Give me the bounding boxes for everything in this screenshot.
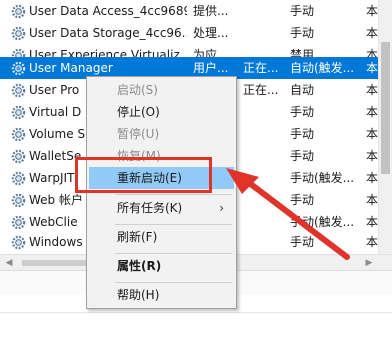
gear-icon bbox=[11, 235, 26, 250]
menu-item-all-tasks[interactable]: 所有任务(K) › bbox=[89, 197, 234, 219]
service-description: 用户... bbox=[193, 61, 229, 75]
scroll-right-arrow-icon[interactable]: ▶ bbox=[364, 258, 374, 268]
service-logon: 本 bbox=[366, 4, 378, 18]
highlight-box bbox=[75, 157, 212, 193]
divider bbox=[0, 312, 392, 313]
menu-item-properties[interactable]: 属性(R) bbox=[89, 255, 234, 277]
gear-icon bbox=[11, 105, 26, 120]
service-startup-type: 手动 bbox=[290, 193, 315, 207]
menu-separator bbox=[115, 253, 232, 254]
service-startup-type: 手动 bbox=[290, 4, 315, 18]
service-logon: 本 bbox=[366, 127, 378, 141]
service-row[interactable]: User Data Access_4cc9689 提供... 手动 本 bbox=[0, 0, 392, 22]
menu-item-help[interactable]: 帮助(H) bbox=[89, 284, 234, 306]
vertical-scrollbar[interactable] bbox=[378, 0, 392, 254]
menu-item-start[interactable]: 启动(S) bbox=[89, 79, 234, 101]
service-startup-type: 自动 bbox=[290, 83, 315, 97]
service-logon: 本 bbox=[366, 215, 378, 229]
service-row[interactable]: User Data Storage_4cc96... 处理... 手动 本 bbox=[0, 22, 392, 44]
menu-separator bbox=[115, 194, 232, 195]
service-logon: 本 bbox=[366, 61, 378, 75]
gear-icon bbox=[11, 26, 26, 41]
service-logon: 本 bbox=[366, 105, 378, 119]
service-startup-type: 自动(触发... bbox=[290, 61, 355, 75]
service-startup-type: 手动(触发... bbox=[290, 215, 355, 229]
service-logon: 本 bbox=[366, 149, 378, 163]
service-logon: 本 bbox=[366, 235, 378, 249]
service-logon: 本 bbox=[366, 193, 378, 207]
service-description: 提供... bbox=[193, 4, 229, 18]
service-startup-type: 手动 bbox=[290, 235, 315, 249]
vertical-scrollbar-thumb[interactable] bbox=[381, 42, 390, 174]
service-logon: 本 bbox=[366, 83, 378, 97]
menu-item-label: 所有任务(K) bbox=[117, 201, 183, 215]
service-status: 正在... bbox=[243, 61, 279, 75]
gear-icon bbox=[11, 127, 26, 142]
service-startup-type: 手动 bbox=[290, 149, 315, 163]
gear-icon bbox=[11, 193, 26, 208]
menu-separator bbox=[115, 282, 232, 283]
menu-item-stop[interactable]: 停止(O) bbox=[89, 101, 234, 123]
gear-icon bbox=[11, 215, 26, 230]
service-logon: 本 bbox=[366, 26, 378, 40]
service-startup-type: 手动 bbox=[290, 127, 315, 141]
service-startup-type: 手动 bbox=[290, 26, 315, 40]
service-startup-type: 手动 bbox=[290, 105, 315, 119]
menu-item-refresh[interactable]: 刷新(F) bbox=[89, 226, 234, 248]
service-status: 正在... bbox=[243, 83, 279, 97]
service-logon: 本 bbox=[366, 171, 378, 185]
service-name: User Data Access_4cc9689 bbox=[29, 4, 187, 18]
menu-separator bbox=[115, 224, 232, 225]
submenu-arrow-icon: › bbox=[219, 201, 224, 215]
service-name: User Data Storage_4cc96... bbox=[29, 26, 187, 40]
service-description: 处理... bbox=[193, 26, 229, 40]
gear-icon bbox=[11, 83, 26, 98]
gear-icon bbox=[11, 171, 26, 186]
service-startup-type: 手动(触发... bbox=[290, 171, 355, 185]
gear-icon bbox=[11, 149, 26, 164]
gear-icon bbox=[11, 4, 26, 19]
scroll-left-arrow-icon[interactable]: ◀ bbox=[4, 258, 14, 268]
gear-icon bbox=[11, 61, 26, 76]
menu-item-pause[interactable]: 暂停(U) bbox=[89, 123, 234, 145]
service-name: User Manager bbox=[29, 61, 113, 75]
